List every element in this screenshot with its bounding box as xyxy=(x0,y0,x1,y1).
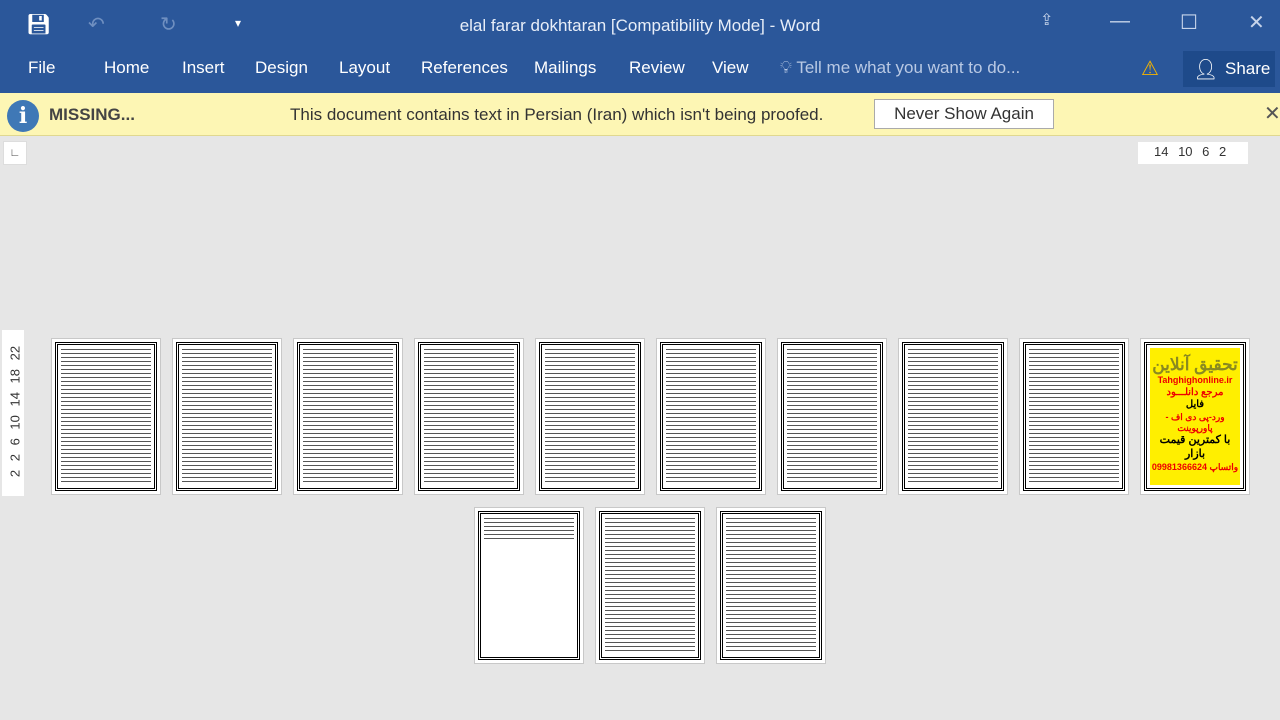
ad-line1: مرجع دانلـــود xyxy=(1166,386,1224,398)
never-show-again-button[interactable]: Never Show Again xyxy=(874,99,1054,129)
tell-me-text: Tell me what you want to do... xyxy=(796,58,1021,77)
ribbon-tabs: File Home Insert Design Layout Reference… xyxy=(0,48,1280,93)
title-bar: 💾︎ ↶ ↻ ▾ elal farar dokhtaran [Compatibi… xyxy=(0,0,1280,48)
page-border xyxy=(418,342,520,491)
ad-site: Tahghighonline.ir xyxy=(1157,375,1233,386)
horizontal-ruler[interactable]: 14 10 6 2 xyxy=(1138,142,1248,164)
vertical-ruler-labels: 2 2 6 10 14 18 22 xyxy=(7,345,23,478)
message-bar: i MISSING... This document contains text… xyxy=(0,93,1280,136)
ribbon-display-icon[interactable]: ⇪ xyxy=(1040,10,1053,30)
page-text xyxy=(666,348,756,485)
tab-stop-selector[interactable]: ∟ xyxy=(3,141,27,165)
tab-design[interactable]: Design xyxy=(255,58,308,78)
ad-line3: ورد-پی دی اف - پاورپوینت xyxy=(1165,411,1225,433)
page-thumbnail[interactable] xyxy=(716,507,826,664)
page-border xyxy=(599,511,701,660)
lightbulb-icon: 💡︎ xyxy=(780,58,797,77)
page-border xyxy=(176,342,278,491)
page-thumbnail[interactable] xyxy=(172,338,282,495)
share-button[interactable]: 👤︎ Share xyxy=(1183,51,1275,87)
tab-layout[interactable]: Layout xyxy=(339,58,390,78)
tab-references[interactable]: References xyxy=(421,58,508,78)
ad-line4: با کمترین قیمت بازار xyxy=(1159,434,1231,460)
vertical-ruler[interactable]: 2 2 6 10 14 18 22 xyxy=(2,330,24,496)
page-thumbnail[interactable] xyxy=(777,338,887,495)
page-thumbnail-ad[interactable]: تحقیق آنلاین Tahghighonline.ir مرجع دانل… xyxy=(1140,338,1250,495)
close-window-icon[interactable]: ✕ xyxy=(1248,10,1265,35)
page-text xyxy=(303,348,393,485)
maximize-icon[interactable]: ☐ xyxy=(1180,10,1198,35)
page-border xyxy=(539,342,641,491)
message-text: This document contains text in Persian (… xyxy=(290,105,824,124)
page-border xyxy=(902,342,1004,491)
page-text xyxy=(605,517,695,654)
tab-home[interactable]: Home xyxy=(104,58,149,78)
page-border xyxy=(478,511,580,660)
page-thumbnail[interactable] xyxy=(535,338,645,495)
share-label: Share xyxy=(1225,59,1271,78)
tab-insert[interactable]: Insert xyxy=(182,58,225,78)
page-border xyxy=(781,342,883,491)
person-icon: 👤︎ xyxy=(1193,59,1219,81)
page-thumbnail[interactable] xyxy=(898,338,1008,495)
page-thumbnail[interactable] xyxy=(474,507,584,664)
page-border xyxy=(660,342,762,491)
page-text xyxy=(484,517,574,542)
ad-title: تحقیق آنلاین xyxy=(1152,355,1238,374)
page-text xyxy=(61,348,151,485)
page-thumbnail[interactable] xyxy=(1019,338,1129,495)
page-border xyxy=(720,511,822,660)
info-icon: i xyxy=(7,100,39,132)
tab-review[interactable]: Review xyxy=(629,58,685,78)
page-thumbnail[interactable] xyxy=(656,338,766,495)
close-message-icon[interactable]: ✕ xyxy=(1264,101,1280,126)
tab-mailings[interactable]: Mailings xyxy=(534,58,596,78)
ad-line5: 09981366624 واتساپ xyxy=(1151,461,1239,472)
page-text xyxy=(787,348,877,485)
page-thumbnail[interactable] xyxy=(51,338,161,495)
tell-me-search[interactable]: 💡︎ Tell me what you want to do... xyxy=(780,58,1020,78)
page-text xyxy=(1029,348,1119,485)
message-label: MISSING... xyxy=(49,105,135,124)
page-thumbnail[interactable] xyxy=(293,338,403,495)
page-thumbnail[interactable] xyxy=(595,507,705,664)
page-border xyxy=(297,342,399,491)
page-text xyxy=(726,517,816,654)
minimize-icon[interactable]: — xyxy=(1110,10,1130,33)
page-border xyxy=(55,342,157,491)
window-title: elal farar dokhtaran [Compatibility Mode… xyxy=(459,16,821,35)
warning-icon[interactable]: ⚠ xyxy=(1141,56,1159,81)
page-text xyxy=(908,348,998,485)
page-text xyxy=(545,348,635,485)
tab-view[interactable]: View xyxy=(712,58,749,78)
tab-file[interactable]: File xyxy=(28,58,55,78)
page-thumbnail[interactable] xyxy=(414,338,524,495)
page-text xyxy=(182,348,272,485)
advertisement-image: تحقیق آنلاین Tahghighonline.ir مرجع دانل… xyxy=(1150,348,1240,485)
page-border xyxy=(1023,342,1125,491)
page-text xyxy=(424,348,514,485)
ad-line2: فایل xyxy=(1185,399,1205,410)
